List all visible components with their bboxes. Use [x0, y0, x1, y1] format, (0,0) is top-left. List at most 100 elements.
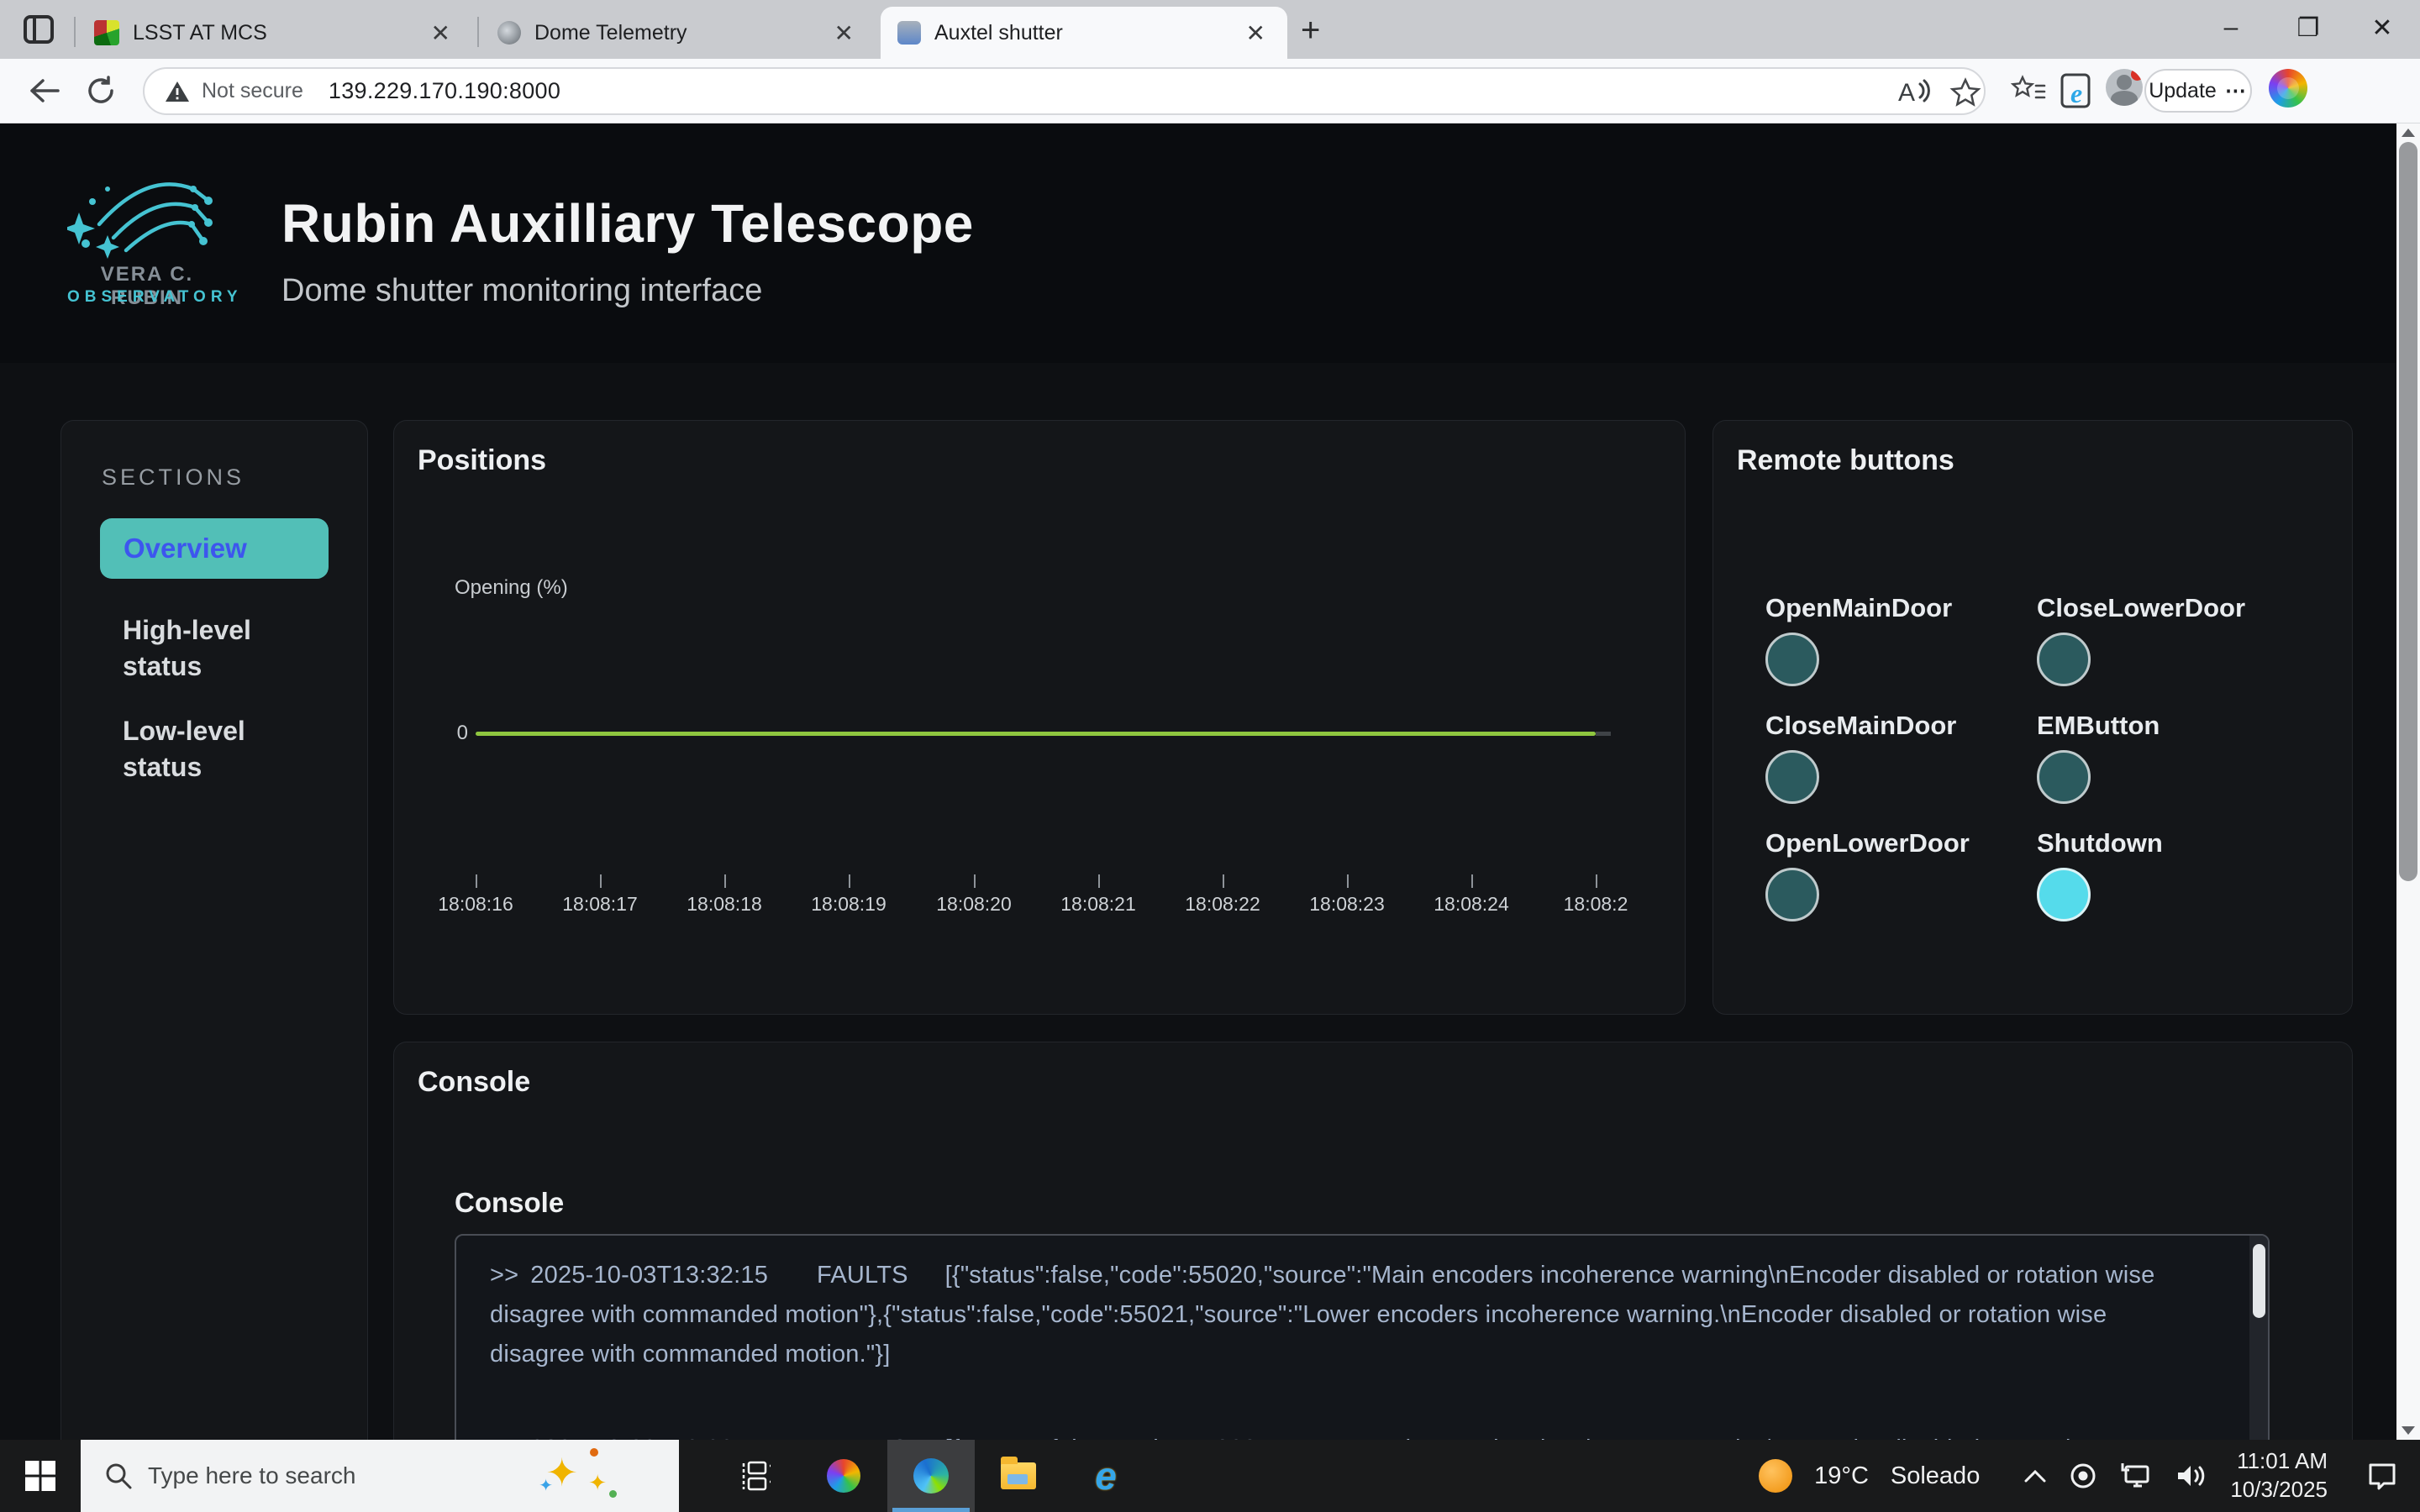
x-tick [974, 874, 976, 888]
remote-label-closemaindoor: CloseMainDoor [1765, 711, 1956, 741]
x-tick-label: 18:08:2 [1537, 893, 1655, 916]
not-secure-warning-icon [165, 80, 190, 103]
window-restore-button[interactable]: ❐ [2270, 0, 2346, 55]
console-output[interactable]: >>2025-10-03T13:32:15FAULTS[{"status":fa… [455, 1234, 2270, 1440]
sidebar-item-high-level-status[interactable]: High-level status [123, 612, 308, 685]
favorite-star-icon[interactable] [1949, 76, 1981, 113]
new-tab-icon[interactable]: + [1301, 12, 1320, 50]
copilot-taskbar-icon[interactable] [800, 1440, 887, 1512]
svg-text:A: A [1898, 79, 1915, 107]
tab-title: LSST AT MCS [133, 21, 267, 45]
action-center-icon[interactable] [2366, 1461, 2398, 1491]
positions-title: Positions [418, 444, 546, 477]
tab-close-icon[interactable]: ✕ [426, 19, 455, 47]
chart-opening-line [476, 732, 1596, 736]
sidebar-item-overview[interactable]: Overview [100, 518, 329, 579]
file-explorer-icon[interactable] [975, 1440, 1062, 1512]
page-scrollbar[interactable] [2396, 123, 2420, 1440]
tab-divider [74, 17, 76, 47]
remote-button-closemaindoor[interactable] [1765, 750, 1819, 804]
tab-title: Auxtel shutter [934, 21, 1063, 45]
favorites-bar-icon[interactable] [2008, 71, 2049, 111]
tab-workspaces-icon[interactable] [24, 15, 54, 44]
x-tick [1098, 874, 1100, 888]
console-scrollbar-thumb[interactable] [2253, 1244, 2265, 1318]
tab-close-icon[interactable]: ✕ [1241, 19, 1270, 47]
clock-time: 11:01 AM [2230, 1447, 2328, 1476]
console-scrollbar-track[interactable] [2249, 1236, 2268, 1440]
sections-sidebar: SECTIONS Overview High-level status Low-… [60, 420, 368, 1440]
edge-taskbar-icon[interactable] [887, 1440, 975, 1512]
remote-button-openmaindoor[interactable] [1765, 633, 1819, 686]
update-button[interactable]: Update ⋯ [2144, 69, 2252, 113]
weather-condition[interactable]: Soleado [1891, 1462, 1980, 1490]
window-minimize-button[interactable]: – [2193, 0, 2269, 55]
ie-mode-icon[interactable]: e [2057, 71, 2097, 111]
tab-auxtel-shutter-active[interactable]: Auxtel shutter ✕ [881, 7, 1287, 59]
tab-close-icon[interactable]: ✕ [829, 19, 859, 47]
search-placeholder: Type here to search [148, 1462, 355, 1489]
search-icon [104, 1462, 133, 1490]
scrollbar-up-arrow[interactable] [2402, 129, 2415, 137]
remote-button-embutton[interactable] [2037, 750, 2091, 804]
x-tick [1471, 874, 1473, 888]
page-header: VERA C. RUBIN OBSERVATORY Rubin Auxillia… [0, 123, 2420, 363]
remote-buttons-title: Remote buttons [1737, 444, 1954, 477]
x-tick [476, 874, 477, 888]
task-view-icon[interactable] [713, 1440, 800, 1512]
tab-dome-telemetry[interactable]: Dome Telemetry ✕ [481, 7, 876, 59]
x-tick-label: 18:08:21 [1039, 893, 1157, 916]
remote-button-closelowerdoor[interactable] [2037, 633, 2091, 686]
profile-avatar[interactable] [2106, 69, 2143, 106]
console-entry: >>2025-10-03T13:32:15FAULTS[{"status":fa… [490, 1430, 2204, 1440]
tab-title: Dome Telemetry [534, 21, 687, 45]
remote-label-shutdown: Shutdown [2037, 828, 2163, 858]
console-section-title: Console [418, 1066, 530, 1099]
remote-label-closelowerdoor: CloseLowerDoor [2037, 593, 2245, 623]
tray-network-icon[interactable] [2119, 1462, 2153, 1490]
copilot-icon[interactable] [2269, 69, 2307, 108]
more-options-icon[interactable]: ⋯ [2225, 78, 2248, 103]
sidebar-item-low-level-status[interactable]: Low-level status [123, 713, 308, 785]
x-tick [1223, 874, 1224, 888]
x-tick [849, 874, 850, 888]
taskbar-clock[interactable]: 11:01 AM 10/3/2025 [2230, 1447, 2328, 1504]
svg-text:e: e [2070, 78, 2082, 108]
chart-y-axis-label: Opening (%) [455, 576, 568, 600]
security-label: Not secure [202, 79, 303, 103]
taskbar-search-input[interactable]: Type here to search ✦ ✦ ✦ [81, 1440, 679, 1512]
address-bar[interactable]: Not secure 139.229.170.190:8000 A [143, 67, 1986, 115]
web-page: VERA C. RUBIN OBSERVATORY Rubin Auxillia… [0, 123, 2420, 1440]
remote-button-shutdown[interactable] [2037, 868, 2091, 921]
x-tick [1596, 874, 1597, 888]
tab-favicon-auxtel [897, 21, 921, 45]
tray-chevron-up-icon[interactable] [2023, 1468, 2047, 1483]
scrollbar-thumb[interactable] [2399, 142, 2417, 881]
chart-line-end-stub [1596, 732, 1611, 736]
tray-record-icon[interactable] [2069, 1462, 2097, 1490]
bing-sparkle-icon: ✦ [539, 1475, 553, 1496]
weather-sun-icon[interactable] [1759, 1459, 1792, 1493]
url-text[interactable]: 139.229.170.190:8000 [329, 78, 560, 104]
internet-explorer-icon[interactable]: e [1062, 1440, 1150, 1512]
avatar-body [2111, 91, 2138, 106]
browser-toolbar: Not secure 139.229.170.190:8000 A e Upda… [0, 59, 2420, 123]
weather-temperature[interactable]: 19°C [1814, 1462, 1869, 1490]
tray-volume-icon[interactable] [2175, 1462, 2208, 1490]
remote-buttons-card: Remote buttons OpenMainDoor CloseLowerDo… [1712, 420, 2353, 1015]
bing-sparkle-dot [590, 1448, 598, 1457]
avatar-head [2117, 75, 2132, 90]
console-panel-title: Console [455, 1187, 564, 1219]
start-button[interactable] [0, 1440, 81, 1512]
window-close-button[interactable]: ✕ [2344, 0, 2420, 55]
x-tick [724, 874, 726, 888]
scrollbar-down-arrow[interactable] [2402, 1426, 2415, 1435]
tab-lsst-at-mcs[interactable]: LSST AT MCS ✕ [77, 7, 472, 59]
console-entry: >>2025-10-03T13:32:15FAULTS[{"status":fa… [490, 1256, 2204, 1374]
remote-button-openlowerdoor[interactable] [1765, 868, 1819, 921]
refresh-icon[interactable] [81, 71, 121, 111]
read-aloud-icon[interactable]: A [1897, 76, 1932, 113]
x-tick-label: 18:08:24 [1413, 893, 1530, 916]
back-icon[interactable] [24, 71, 64, 111]
browser-tab-strip: LSST AT MCS ✕ Dome Telemetry ✕ Auxtel sh… [0, 0, 2420, 59]
